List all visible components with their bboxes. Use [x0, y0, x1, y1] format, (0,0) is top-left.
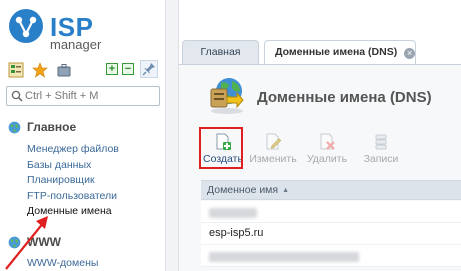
edit-button-label: Изменить — [249, 153, 297, 165]
column-header-domain-name[interactable]: Доменное имя ▲ — [207, 184, 289, 196]
sidebar-item-ftp-users[interactable]: FTP-пользователи — [27, 189, 119, 205]
logo-mark-icon — [9, 9, 43, 43]
expand-all-icon[interactable]: + — [106, 63, 118, 75]
tab-home-label: Главная — [200, 46, 241, 58]
pin-button[interactable] — [140, 60, 158, 78]
tree-view-icon[interactable] — [8, 62, 24, 78]
page-title: Доменные имена (DNS) — [257, 89, 432, 106]
sidebar-item-www-domains[interactable]: WWW-домены — [27, 256, 98, 271]
sidebar-item-domain-names[interactable]: Доменные имена — [27, 204, 119, 220]
edit-document-icon — [266, 133, 282, 150]
section-main-list: Менеджер файлов Базы данных Планировщик … — [27, 142, 119, 220]
tab-domain-names[interactable]: Доменные имена (DNS) × — [264, 40, 416, 64]
sidebar-splitter[interactable] — [165, 0, 179, 271]
sidebar-toolbar: + − — [6, 60, 158, 80]
records-button-label: Записи — [363, 153, 399, 165]
sidebar-item-file-manager[interactable]: Менеджер файлов — [27, 142, 119, 158]
close-icon[interactable]: × — [404, 48, 416, 59]
logo-text: ISP manager — [50, 14, 101, 52]
star-icon[interactable] — [32, 62, 48, 78]
delete-button[interactable]: Удалить — [303, 127, 351, 169]
delete-document-icon — [320, 133, 335, 150]
create-button[interactable]: Создать — [199, 127, 247, 169]
section-main-title: Главное — [27, 120, 77, 134]
tab-domain-names-label: Доменные имена (DNS) — [275, 46, 398, 58]
sidebar-search[interactable] — [6, 86, 160, 106]
table-row[interactable] — [201, 201, 461, 223]
table-row[interactable] — [201, 245, 461, 267]
tab-bar: Главная Доменные имена (DNS) × — [179, 34, 461, 64]
briefcase-icon[interactable] — [56, 62, 72, 78]
logo-manager-text: manager — [50, 37, 102, 52]
edit-button[interactable]: Изменить — [249, 127, 297, 169]
globe-icon — [8, 121, 21, 133]
pin-icon — [142, 63, 155, 76]
section-www-title: WWW — [27, 235, 61, 249]
section-main[interactable]: Главное — [8, 120, 76, 134]
delete-button-label: Удалить — [306, 153, 348, 165]
sidebar-item-scheduler[interactable]: Планировщик — [27, 173, 119, 189]
table-header: Доменное имя ▲ — [201, 180, 461, 200]
action-toolbar: Создать Изменить Удалить Записи — [199, 127, 461, 171]
records-list-icon — [375, 134, 387, 150]
globe-icon — [8, 236, 21, 248]
tab-home[interactable]: Главная — [182, 40, 259, 64]
collapse-all-icon[interactable]: − — [122, 63, 134, 75]
sort-ascending-icon: ▲ — [282, 187, 290, 194]
search-icon — [11, 90, 23, 102]
table-row[interactable]: esp-isp5.ru — [201, 223, 461, 245]
redacted-domain — [209, 252, 359, 262]
domain-name-cell: esp-isp5.ru — [209, 227, 264, 239]
search-input[interactable] — [25, 88, 157, 104]
section-www[interactable]: WWW — [8, 235, 61, 249]
redacted-domain — [209, 208, 257, 218]
highlight-box — [199, 127, 243, 169]
domain-dns-icon — [210, 78, 244, 114]
sidebar-item-databases[interactable]: Базы данных — [27, 158, 119, 174]
sidebar: ISP manager + − Ctrl + Shift + M Главное… — [0, 0, 165, 271]
isp-manager-logo[interactable]: ISP manager — [8, 6, 128, 52]
records-button[interactable]: Записи — [357, 127, 405, 169]
column-header-label: Доменное имя — [207, 184, 279, 196]
main-content: Доменные имена (DNS) Создать Изменить Уд… — [179, 64, 461, 271]
section-www-list: WWW-домены — [27, 256, 98, 271]
